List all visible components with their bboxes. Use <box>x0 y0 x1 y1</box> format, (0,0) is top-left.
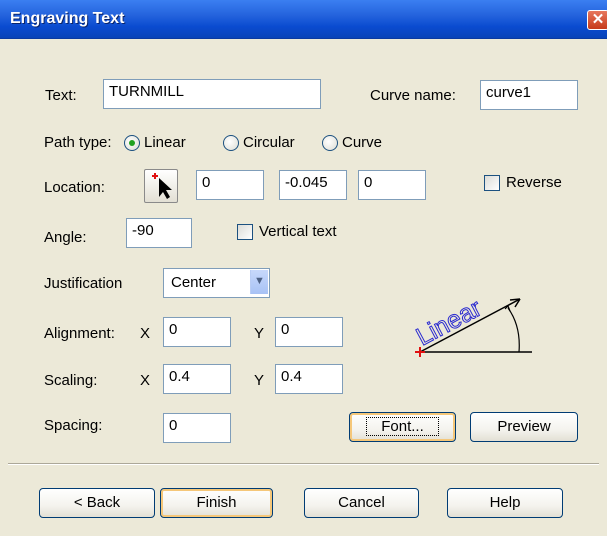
scaling-x-label: X <box>140 372 151 389</box>
finish-button[interactable]: Finish <box>160 488 273 518</box>
chevron-down-icon[interactable]: ▼ <box>250 270 268 294</box>
scaling-y-input[interactable]: 0.4 <box>275 364 343 394</box>
path-type-linear-radio[interactable] <box>124 135 140 151</box>
justification-label: Justification <box>44 275 123 292</box>
pick-point-button[interactable] <box>144 169 178 203</box>
scaling-x-input[interactable]: 0.4 <box>163 364 231 394</box>
separator <box>8 463 599 465</box>
scaling-y-label: Y <box>254 372 265 389</box>
alignment-y-label: Y <box>254 325 265 342</box>
title-bar: Engraving Text ✕ <box>0 0 607 39</box>
angle-label: Angle: <box>44 229 87 246</box>
path-type-curve-radio[interactable] <box>322 135 338 151</box>
font-button[interactable]: Font... <box>349 412 456 442</box>
preview-button[interactable]: Preview <box>470 412 578 442</box>
curve-name-label: Curve name: <box>370 87 456 104</box>
window-title: Engraving Text <box>10 10 125 27</box>
path-type-circular-radio[interactable] <box>223 135 239 151</box>
alignment-x-input[interactable]: 0 <box>163 317 231 347</box>
path-type-circular-label: Circular <box>243 134 295 151</box>
reverse-checkbox[interactable] <box>484 175 500 191</box>
justification-select[interactable]: Center ▼ <box>163 268 270 298</box>
justification-value: Center <box>171 274 217 291</box>
text-label: Text: <box>45 87 77 104</box>
location-x-input[interactable]: 0 <box>196 170 264 200</box>
alignment-label: Alignment: <box>44 325 115 342</box>
path-type-curve-label: Curve <box>342 134 383 151</box>
path-type-linear-label: Linear <box>144 134 186 151</box>
cancel-button[interactable]: Cancel <box>304 488 419 518</box>
text-input[interactable]: TURNMILL <box>103 79 321 109</box>
spacing-label: Spacing: <box>44 417 103 434</box>
spacing-input[interactable]: 0 <box>163 413 231 443</box>
location-y-input[interactable]: -0.045 <box>279 170 347 200</box>
back-button[interactable]: < Back <box>39 488 155 518</box>
path-type-label: Path type: <box>44 134 112 151</box>
location-label: Location: <box>44 179 105 196</box>
alignment-x-label: X <box>140 325 151 342</box>
alignment-y-input[interactable]: 0 <box>275 317 343 347</box>
engraving-text-dialog: Engraving Text ✕ Text: TURNMILL Curve na… <box>0 0 607 536</box>
reverse-label: Reverse <box>506 174 562 191</box>
scaling-label: Scaling: <box>44 372 98 389</box>
linear-path-preview: Linear <box>411 293 532 357</box>
vertical-text-label: Vertical text <box>259 223 337 240</box>
location-z-input[interactable]: 0 <box>358 170 426 200</box>
font-button-label: Font... <box>366 417 439 436</box>
close-icon[interactable]: ✕ <box>587 10 607 30</box>
angle-arc <box>507 307 520 353</box>
angle-input[interactable]: -90 <box>126 218 192 248</box>
pick-point-icon <box>152 173 172 199</box>
vertical-text-checkbox[interactable] <box>237 224 253 240</box>
linear-preview-text: Linear <box>412 294 487 351</box>
curve-name-input[interactable]: curve1 <box>480 80 578 110</box>
help-button[interactable]: Help <box>447 488 563 518</box>
